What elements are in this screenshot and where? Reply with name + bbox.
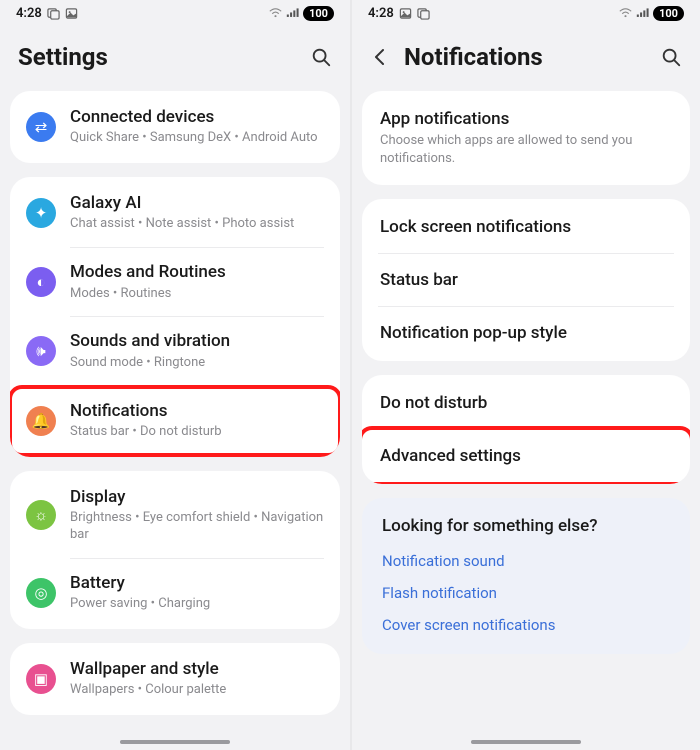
- settings-row-battery[interactable]: ◎ Battery Power saving • Charging: [10, 559, 340, 627]
- suggest-link[interactable]: Notification sound: [382, 552, 670, 570]
- row-subtitle: Chat assist • Note assist • Photo assist: [70, 216, 324, 233]
- battery-level: 100: [303, 6, 334, 21]
- row-title: Advanced settings: [380, 446, 672, 466]
- row-title: Notification pop-up style: [380, 323, 672, 343]
- row-title: Battery: [70, 573, 324, 594]
- search-button[interactable]: [310, 46, 332, 68]
- status-bar: 4:28 100: [0, 0, 350, 25]
- row-title: Display: [70, 487, 324, 508]
- row-subtitle: Choose which apps are allowed to send yo…: [380, 132, 672, 167]
- settings-row-modes-and-routines[interactable]: ◐ Modes and Routines Modes • Routines: [10, 248, 340, 316]
- row-title: Status bar: [380, 270, 672, 290]
- search-button[interactable]: [660, 46, 682, 68]
- display-icon: ☼: [26, 500, 56, 530]
- battery-level: 100: [653, 6, 684, 21]
- header: Notifications: [352, 25, 700, 91]
- settings-row-connected-devices[interactable]: ⇄ Connected devices Quick Share • Samsung …: [10, 93, 340, 161]
- notif-row-do-not-disturb[interactable]: Do not disturb: [362, 377, 690, 429]
- row-title: Connected devices: [70, 107, 324, 128]
- suggest-link[interactable]: Flash notification: [382, 584, 670, 602]
- row-title: App notifications: [380, 109, 672, 129]
- bell-icon: 🔔: [26, 406, 56, 436]
- settings-screen: 4:28 100 Settings ⇄ Connected devices Quic…: [0, 0, 350, 750]
- settings-row-wallpaper-and-style[interactable]: ▣ Wallpaper and style Wallpapers • Colour …: [10, 645, 340, 713]
- nav-indicator[interactable]: [471, 740, 581, 744]
- row-subtitle: Sound mode • Ringtone: [70, 355, 324, 372]
- notif-group: App notifications Choose which apps are a…: [362, 91, 690, 185]
- status-bar: 4:28 100: [352, 0, 700, 25]
- notif-group: Do not disturb Advanced settings: [362, 375, 690, 484]
- notif-row-notification-pop-up-style[interactable]: Notification pop-up style: [362, 307, 690, 359]
- row-title: Sounds and vibration: [70, 331, 324, 352]
- image-icon: [399, 7, 412, 20]
- wifi-icon: [619, 7, 632, 20]
- notif-row-lock-screen-notifications[interactable]: Lock screen notifications: [362, 201, 690, 253]
- signal-icon: [286, 7, 299, 20]
- screenshot-icon: [47, 7, 60, 20]
- devices-icon: ⇄: [26, 112, 56, 142]
- suggest-link[interactable]: Cover screen notifications: [382, 616, 670, 634]
- settings-group: ▣ Wallpaper and style Wallpapers • Colour …: [10, 643, 340, 715]
- wallpaper-icon: ▣: [26, 664, 56, 694]
- row-subtitle: Quick Share • Samsung DeX • Android Auto: [70, 130, 324, 147]
- status-time: 4:28: [16, 6, 42, 21]
- settings-row-sounds-and-vibration[interactable]: 🕪 Sounds and vibration Sound mode • Ringto…: [10, 317, 340, 385]
- row-subtitle: Wallpapers • Colour palette: [70, 682, 324, 699]
- settings-group: ⇄ Connected devices Quick Share • Samsung …: [10, 91, 340, 163]
- page-title: Notifications: [404, 43, 543, 71]
- row-subtitle: Brightness • Eye comfort shield • Naviga…: [70, 510, 324, 544]
- suggestions-card: Looking for something else? Notification…: [362, 498, 690, 654]
- settings-row-display[interactable]: ☼ DisplayBrightness • Eye comfort shield …: [10, 473, 340, 558]
- suggestions-heading: Looking for something else?: [382, 516, 670, 536]
- modes-icon: ◐: [26, 267, 56, 297]
- sound-icon: 🕪: [26, 336, 56, 366]
- signal-icon: [636, 7, 649, 20]
- settings-group: ✦ Galaxy AI Chat assist • Note assist • Ph…: [10, 177, 340, 457]
- image-icon: [65, 7, 78, 20]
- settings-row-galaxy-ai[interactable]: ✦ Galaxy AI Chat assist • Note assist • Ph…: [10, 179, 340, 247]
- nav-indicator[interactable]: [120, 740, 230, 744]
- header: Settings: [0, 25, 350, 91]
- row-title: Lock screen notifications: [380, 217, 672, 237]
- notif-row-status-bar[interactable]: Status bar: [362, 254, 690, 306]
- notif-row-app-notifications[interactable]: App notifications Choose which apps are a…: [362, 93, 690, 183]
- row-title: Do not disturb: [380, 393, 672, 413]
- screenshot-icon: [417, 7, 430, 20]
- wifi-icon: [269, 7, 282, 20]
- row-subtitle: Power saving • Charging: [70, 596, 324, 613]
- page-title: Settings: [18, 43, 108, 71]
- notifications-screen: 4:28 100 Notifications: [350, 0, 700, 750]
- notif-group: Lock screen notifications Status bar Notif…: [362, 199, 690, 361]
- notif-row-advanced-settings[interactable]: Advanced settings: [362, 430, 690, 482]
- settings-row-notifications[interactable]: 🔔 Notifications Status bar • Do not distur…: [10, 387, 340, 455]
- battery-icon: ◎: [26, 578, 56, 608]
- status-time: 4:28: [368, 6, 394, 21]
- row-title: Wallpaper and style: [70, 659, 324, 680]
- row-title: Galaxy AI: [70, 193, 324, 214]
- settings-group: ☼ DisplayBrightness • Eye comfort shield …: [10, 471, 340, 629]
- row-subtitle: Modes • Routines: [70, 286, 324, 303]
- row-subtitle: Status bar • Do not disturb: [70, 424, 324, 441]
- row-title: Notifications: [70, 401, 324, 422]
- row-title: Modes and Routines: [70, 262, 324, 283]
- galaxy-ai-icon: ✦: [26, 198, 56, 228]
- back-button[interactable]: [370, 47, 390, 67]
